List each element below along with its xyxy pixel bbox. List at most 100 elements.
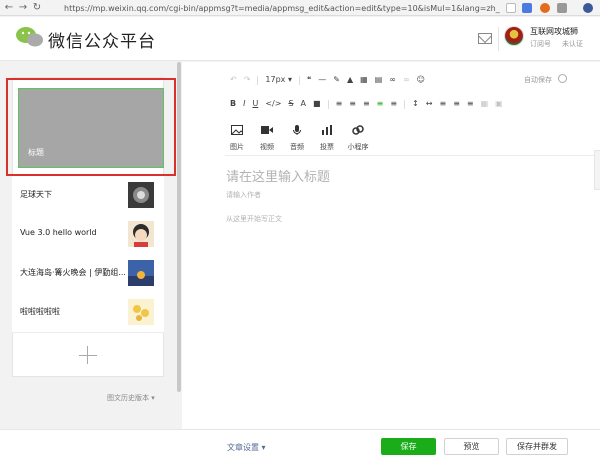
thumbnail-image — [128, 182, 154, 208]
strikethrough-icon[interactable]: S — [288, 98, 293, 110]
add-article-button[interactable] — [12, 332, 164, 377]
toolbar-divider — [257, 75, 259, 85]
toolbar-divider — [298, 75, 300, 85]
article-title: 啦啦啦啦啦 — [20, 307, 60, 316]
forward-icon[interactable]: → — [16, 1, 30, 15]
emoji-icon[interactable]: ☺ — [417, 74, 425, 86]
align-right-icon[interactable]: ≡ — [363, 98, 370, 110]
app-header: 微信公众平台 互联网攻城狮 订阅号 未认证 — [0, 17, 600, 61]
scrollbar[interactable] — [177, 62, 181, 392]
toolbar-divider — [327, 99, 329, 109]
selected-article-highlight — [6, 78, 176, 176]
paragraph-spacing-icon[interactable]: ≡ — [439, 98, 446, 110]
editor-area — [182, 62, 600, 429]
insert-image-button[interactable]: 图片 — [222, 125, 252, 152]
toolbar-row-2: B I U </> S A ■ ≡ ≡ ≡ ≡ ≡ ↕ ↔ ≡ ≡ ≡ ▦ ▣ — [230, 98, 510, 110]
article-title: Vue 3.0 hello world — [20, 228, 97, 237]
plus-icon — [79, 355, 97, 356]
address-bar[interactable]: https://mp.weixin.qq.com/cgi-bin/appmsg?… — [60, 1, 500, 15]
table-icon[interactable]: ▦ — [481, 98, 489, 110]
article-title: 大连海岛·篝火晚会 | 伊勤组... — [20, 268, 126, 277]
menu-extension-icon[interactable] — [557, 3, 567, 13]
letter-spacing-icon[interactable]: ↔ — [426, 98, 433, 110]
media-label: 小程序 — [347, 143, 369, 151]
font-color-icon[interactable]: A — [301, 98, 306, 110]
header-divider — [498, 27, 499, 51]
toolbar-divider — [404, 99, 406, 109]
format-painter-icon[interactable]: ✎ — [333, 74, 340, 86]
save-button[interactable]: 保存 — [381, 438, 436, 455]
unordered-list-icon[interactable]: ≡ — [467, 98, 474, 110]
author-input[interactable]: 请输入作者 — [226, 190, 261, 200]
save-and-publish-button[interactable]: 保存并群发 — [506, 438, 568, 455]
list-item[interactable]: 大连海岛·篝火晚会 | 伊勤组... — [12, 254, 164, 294]
title-input[interactable]: 请在这里输入标题 — [226, 166, 330, 185]
horizontal-rule-icon[interactable]: — — [318, 74, 326, 86]
fullscreen-icon[interactable]: ▣ — [495, 98, 503, 110]
line-height-icon[interactable]: ↕ — [412, 98, 419, 110]
vote-icon — [322, 125, 332, 135]
list-item[interactable]: 足球天下 — [12, 176, 164, 216]
document-icon[interactable]: ▤ — [375, 74, 383, 86]
profile-icon[interactable] — [583, 3, 593, 13]
url-text: https://mp.weixin.qq.com/cgi-bin/appmsg?… — [64, 3, 500, 13]
list-item[interactable]: Vue 3.0 hello world — [12, 215, 164, 255]
clear-format-icon[interactable]: ▲ — [347, 74, 353, 86]
unlink-icon[interactable]: ∞ — [403, 74, 410, 86]
wechat-logo-icon — [16, 27, 43, 47]
list-item[interactable]: 啦啦啦啦啦 — [12, 293, 164, 333]
mail-icon[interactable] — [478, 33, 492, 44]
article-title: 足球天下 — [20, 190, 52, 199]
indent-icon[interactable]: ≡ — [390, 98, 397, 110]
avatar[interactable] — [504, 26, 524, 46]
template-icon[interactable]: ▦ — [360, 74, 368, 86]
ordered-list-icon[interactable]: ≡ — [453, 98, 460, 110]
plus-icon-vertical — [87, 346, 88, 364]
app-title: 微信公众平台 — [48, 32, 156, 52]
article-settings-link[interactable]: 文章设置 ▾ — [227, 442, 266, 453]
video-icon — [261, 126, 273, 134]
thumbnail-image — [128, 221, 154, 247]
translate-icon[interactable] — [522, 3, 532, 13]
autosave-label[interactable]: 自动保存 — [524, 75, 552, 85]
account-type: 订阅号 — [530, 40, 551, 48]
media-label: 视频 — [260, 143, 274, 151]
align-justify-icon[interactable]: ≡ — [377, 98, 384, 110]
back-icon[interactable]: ← — [2, 1, 16, 15]
background-color-icon[interactable]: ■ — [313, 98, 321, 110]
media-label: 图片 — [230, 143, 244, 151]
insert-miniprogram-button[interactable]: 小程序 — [343, 125, 373, 152]
font-size-select[interactable]: 17px ▾ — [265, 74, 292, 86]
undo-icon[interactable]: ↶ — [230, 74, 237, 86]
body-editor[interactable]: 从这里开始写正文 — [226, 214, 282, 224]
code-icon[interactable]: </> — [265, 98, 281, 110]
account-status: 未认证 — [562, 40, 583, 48]
toolbar-row-1: ↶ ↷ 17px ▾ ❝ — ✎ ▲ ▦ ▤ ∞ ∞ ☺ — [230, 74, 432, 86]
clock-icon[interactable] — [558, 74, 567, 83]
preview-button[interactable]: 预览 — [444, 438, 499, 455]
account-name[interactable]: 互联网攻城狮 — [530, 26, 578, 37]
extension-icon[interactable] — [540, 3, 550, 13]
insert-audio-button[interactable]: 音频 — [282, 125, 312, 152]
side-panel-tab[interactable] — [594, 150, 600, 190]
browser-toolbar: ← → ↻ https://mp.weixin.qq.com/cgi-bin/a… — [0, 0, 600, 16]
thumbnail-image — [128, 299, 154, 325]
insert-video-button[interactable]: 视频 — [252, 125, 282, 152]
star-icon[interactable] — [506, 3, 516, 13]
article-history-link[interactable]: 图文历史版本 ▾ — [107, 393, 155, 403]
align-left-icon[interactable]: ≡ — [336, 98, 343, 110]
media-label: 投票 — [320, 143, 334, 151]
miniprogram-icon — [352, 125, 364, 135]
redo-icon[interactable]: ↷ — [244, 74, 251, 86]
align-center-icon[interactable]: ≡ — [349, 98, 356, 110]
italic-icon[interactable]: I — [243, 98, 245, 110]
audio-icon — [293, 125, 301, 135]
reload-icon[interactable]: ↻ — [30, 1, 44, 15]
insert-vote-button[interactable]: 投票 — [312, 125, 342, 152]
link-icon[interactable]: ∞ — [389, 74, 396, 86]
media-label: 音频 — [290, 143, 304, 151]
blockquote-icon[interactable]: ❝ — [307, 74, 311, 86]
underline-icon[interactable]: U — [252, 98, 258, 110]
footer-bar: 文章设置 ▾ 保存 预览 保存并群发 — [0, 429, 600, 459]
bold-icon[interactable]: B — [230, 98, 236, 110]
